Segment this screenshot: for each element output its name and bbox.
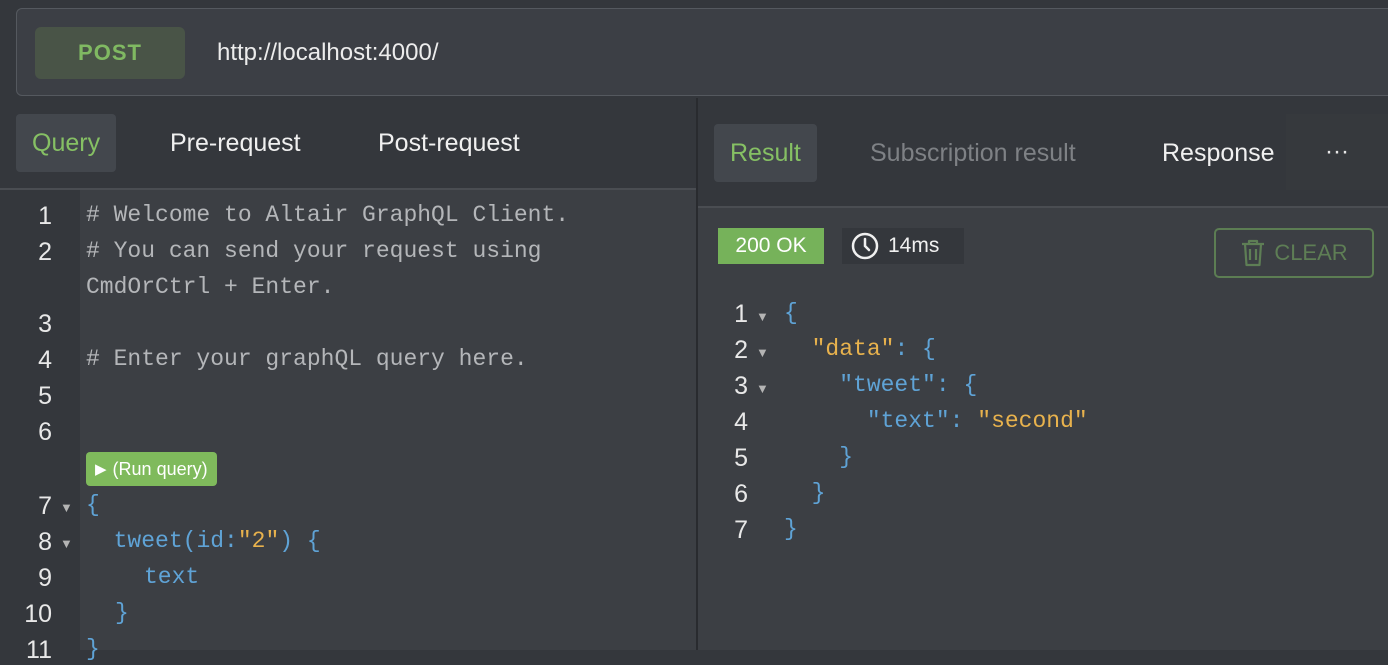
json-brace: } bbox=[784, 480, 826, 506]
line-number: 7 bbox=[38, 492, 52, 520]
code-arg-value: "2" bbox=[237, 528, 280, 554]
code-brace: { bbox=[86, 492, 100, 518]
code-brace: } bbox=[86, 636, 100, 662]
code-field: tweet bbox=[113, 528, 183, 554]
tab-query[interactable]: Query bbox=[16, 114, 117, 172]
code-comment: # Welcome to Altair GraphQL Client. bbox=[86, 202, 570, 228]
run-query-label: (Run query) bbox=[112, 458, 208, 479]
json-brace: } bbox=[784, 444, 854, 470]
json-key: "tweet" bbox=[839, 372, 936, 398]
query-tabs: Query Pre-request Post-request bbox=[0, 98, 696, 190]
line-number: 10 bbox=[24, 600, 52, 628]
play-icon: ▶ bbox=[95, 461, 107, 478]
clear-button[interactable]: CLEAR bbox=[1214, 228, 1374, 278]
tab-pre-request[interactable]: Pre-request bbox=[154, 114, 317, 172]
code-brace: } bbox=[115, 600, 129, 626]
query-pane: Query Pre-request Post-request 1 2 3 4 5… bbox=[0, 98, 696, 664]
line-number: 9 bbox=[38, 564, 52, 592]
query-editor[interactable]: # Welcome to Altair GraphQL Client. # Yo… bbox=[80, 190, 696, 662]
line-number: 8 bbox=[38, 528, 52, 556]
line-number: 5 bbox=[734, 444, 748, 472]
fold-arrow-icon[interactable]: ▼ bbox=[756, 381, 769, 396]
result-tabs: Result Subscription result Response ··· bbox=[698, 98, 1388, 208]
code-field: text bbox=[144, 564, 200, 590]
tab-subscription-result[interactable]: Subscription result bbox=[854, 124, 1092, 182]
clock-icon bbox=[851, 232, 879, 260]
result-pane: Result Subscription result Response ··· … bbox=[698, 98, 1388, 650]
line-number: 3 bbox=[734, 372, 748, 400]
line-gutter: 1 2 3 4 5 6 7 ▼ 8 ▼ 9 10 11 bbox=[0, 190, 80, 664]
json-line-tweet: "tweet": { bbox=[839, 372, 978, 398]
fold-arrow-icon[interactable]: ▼ bbox=[756, 309, 769, 324]
json-line-text: "text": "second" bbox=[866, 408, 1088, 434]
code-comment: # You can send your request using bbox=[86, 238, 542, 264]
fold-arrow-icon[interactable]: ▼ bbox=[60, 536, 73, 551]
line-number: 4 bbox=[734, 408, 748, 436]
line-number: 5 bbox=[38, 382, 52, 410]
tab-post-request[interactable]: Post-request bbox=[362, 114, 536, 172]
json-value: "second" bbox=[977, 408, 1088, 434]
code-comment: CmdOrCtrl + Enter. bbox=[86, 274, 335, 300]
json-brace: } bbox=[784, 516, 798, 542]
json-brace: { bbox=[784, 300, 798, 326]
code-comment: # Enter your graphQL query here. bbox=[86, 346, 528, 372]
url-bar: POST http://localhost:4000/ bbox=[16, 8, 1388, 96]
line-number: 4 bbox=[38, 346, 52, 374]
line-number: 6 bbox=[38, 418, 52, 446]
trash-icon bbox=[1242, 239, 1265, 267]
line-number: 3 bbox=[38, 310, 52, 338]
fold-arrow-icon[interactable]: ▼ bbox=[756, 345, 769, 360]
url-input[interactable]: http://localhost:4000/ bbox=[217, 39, 438, 67]
line-number: 2 bbox=[734, 336, 748, 364]
json-line-data: "data": { bbox=[811, 336, 936, 362]
line-number: 1 bbox=[734, 300, 748, 328]
json-key: "data" bbox=[811, 336, 895, 362]
method-selector[interactable]: POST bbox=[35, 27, 185, 79]
code-arg: id bbox=[196, 528, 225, 554]
response-time-value: 14ms bbox=[888, 234, 940, 257]
json-key: "text" bbox=[866, 408, 950, 434]
clear-label: CLEAR bbox=[1274, 240, 1348, 265]
line-number: 7 bbox=[734, 516, 748, 544]
response-time: 14ms bbox=[842, 228, 964, 264]
line-number: 2 bbox=[38, 238, 52, 266]
fold-arrow-icon[interactable]: ▼ bbox=[60, 500, 73, 515]
run-query-button[interactable]: ▶ (Run query) bbox=[86, 452, 217, 486]
line-number: 1 bbox=[38, 202, 52, 230]
tab-result[interactable]: Result bbox=[714, 124, 817, 182]
more-tabs-button[interactable]: ··· bbox=[1286, 114, 1388, 190]
line-number: 6 bbox=[734, 480, 748, 508]
line-number: 11 bbox=[26, 636, 52, 664]
tab-response[interactable]: Response bbox=[1146, 124, 1291, 182]
status-badge: 200 OK bbox=[718, 228, 824, 264]
code-line-tweet: tweet(id:"2") { bbox=[113, 528, 321, 554]
